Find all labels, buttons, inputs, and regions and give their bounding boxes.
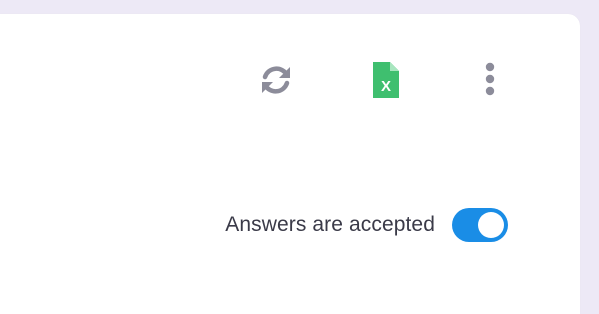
excel-file-icon: X xyxy=(373,62,399,98)
accept-answers-label: Answers are accepted xyxy=(225,213,435,236)
more-vertical-icon xyxy=(485,62,495,96)
toggle-knob xyxy=(478,212,504,238)
form-settings-card: X Answers are accepted xyxy=(0,14,580,314)
refresh-icon xyxy=(262,66,290,94)
export-excel-button[interactable]: X xyxy=(364,58,408,102)
accept-answers-toggle[interactable] xyxy=(452,208,508,242)
refresh-button[interactable] xyxy=(254,58,298,102)
accept-answers-setting: Answers are accepted xyxy=(225,194,508,256)
excel-file-glyph: X xyxy=(381,78,391,95)
more-options-button[interactable] xyxy=(468,58,512,102)
